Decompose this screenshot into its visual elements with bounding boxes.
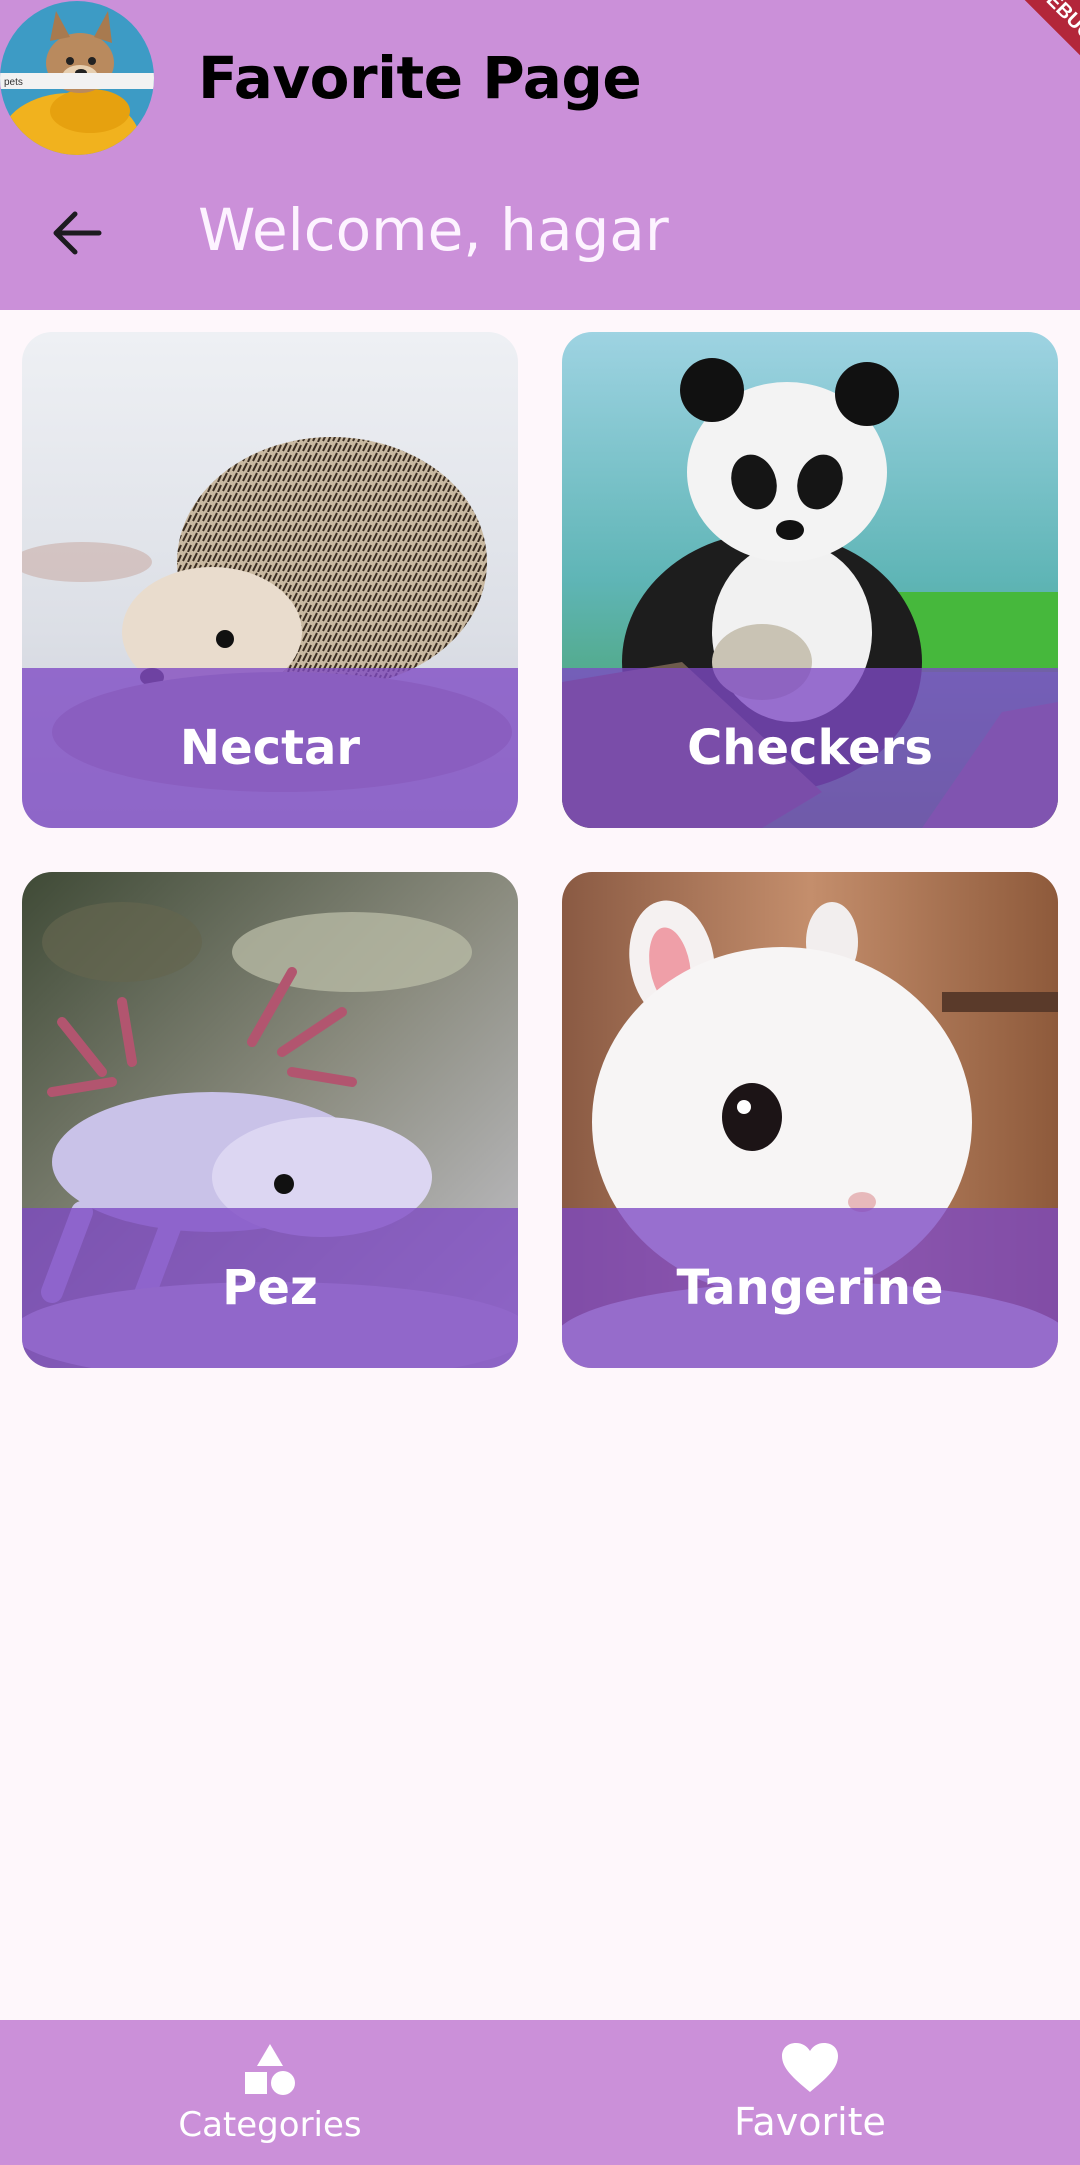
page-title: Favorite Page: [198, 44, 642, 112]
card-label-band: Checkers: [562, 668, 1058, 828]
back-button[interactable]: [38, 194, 116, 272]
card-label-band: Nectar: [22, 668, 518, 828]
avatar[interactable]: pets: [0, 1, 154, 155]
pet-name: Pez: [222, 1260, 318, 1316]
pet-card-checkers[interactable]: Checkers: [562, 332, 1058, 828]
nav-item-favorite[interactable]: Favorite: [540, 2020, 1080, 2165]
app-bar: pets Favorite Page Welcome, hagar DEBUG: [0, 0, 1080, 310]
shapes-icon: [245, 2043, 295, 2095]
nav-item-categories[interactable]: Categories: [0, 2020, 540, 2165]
debug-banner: DEBUG: [997, 0, 1080, 80]
favorites-grid: Nectar Checkers Pez Tangerine: [22, 332, 1058, 1368]
pet-name: Tangerine: [676, 1260, 944, 1316]
pet-card-nectar[interactable]: Nectar: [22, 332, 518, 828]
dog-avatar-image: pets: [0, 1, 154, 155]
pet-name: Checkers: [687, 720, 933, 776]
nav-label-categories: Categories: [178, 2104, 362, 2145]
heart-icon: [782, 2042, 838, 2092]
nav-label-favorite: Favorite: [734, 2099, 886, 2144]
bottom-navigation: Categories Favorite: [0, 2020, 1080, 2165]
welcome-text: Welcome, hagar: [198, 196, 669, 264]
pet-card-pez[interactable]: Pez: [22, 872, 518, 1368]
avatar-caption: pets: [4, 77, 23, 88]
pet-card-tangerine[interactable]: Tangerine: [562, 872, 1058, 1368]
card-label-band: Pez: [22, 1208, 518, 1368]
pet-name: Nectar: [179, 720, 361, 776]
arrow-back-icon: [53, 211, 102, 255]
card-label-band: Tangerine: [562, 1208, 1058, 1368]
